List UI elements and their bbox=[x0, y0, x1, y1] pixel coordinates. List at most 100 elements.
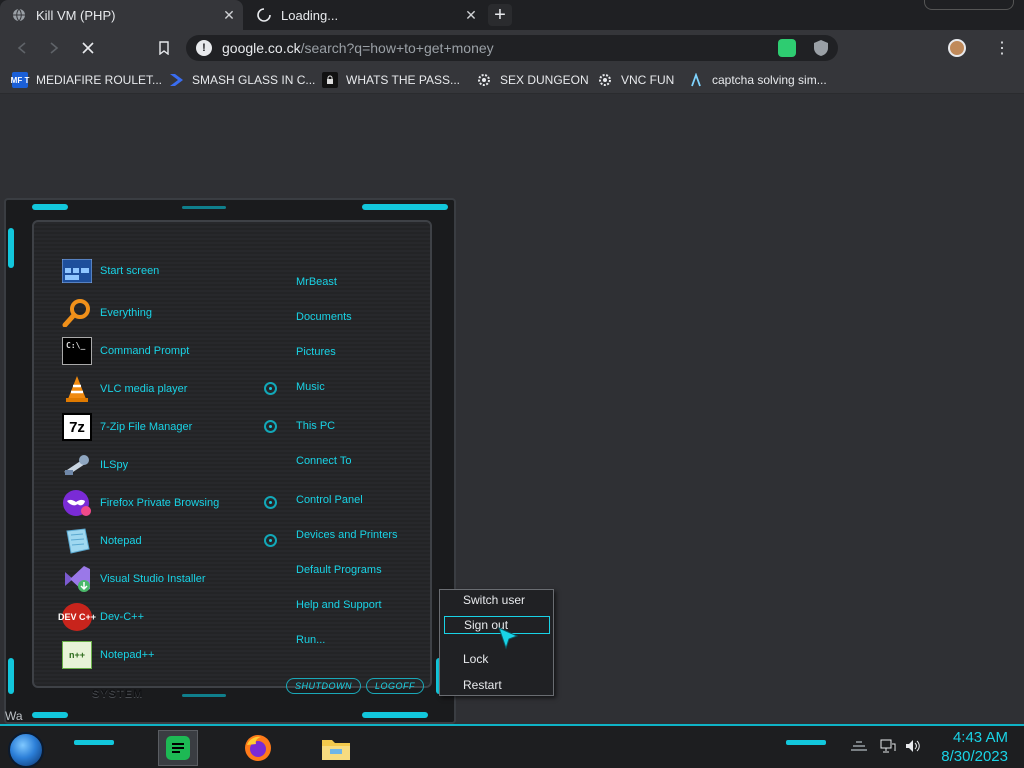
decor-bar bbox=[8, 658, 14, 694]
browser-toolbar: ! google.co.ck/search?q=how+to+get+money… bbox=[0, 30, 1024, 66]
place-control-panel[interactable]: Control Panel bbox=[296, 494, 363, 506]
system-clock[interactable]: 4:43 AM 8/30/2023 bbox=[941, 728, 1008, 766]
vlc-cone-icon bbox=[62, 375, 92, 403]
bookmark-captcha[interactable]: captcha solving sim... bbox=[688, 71, 827, 89]
profile-avatar[interactable] bbox=[948, 39, 966, 57]
place-music[interactable]: Music bbox=[296, 381, 325, 393]
new-tab-button[interactable]: + bbox=[488, 4, 512, 26]
tray-overflow-icon[interactable] bbox=[850, 738, 868, 754]
program-vlc[interactable]: VLC media player bbox=[62, 374, 187, 404]
bookmark-sex-dungeon[interactable]: SEX DUNGEON bbox=[476, 71, 589, 89]
program-label: Notepad bbox=[100, 535, 142, 547]
forward-arrow-icon[interactable] bbox=[44, 38, 64, 58]
decor-bar bbox=[8, 228, 14, 268]
tab-title: Kill VM (PHP) bbox=[36, 7, 116, 23]
bookmark-label: MEDIAFIRE ROULET... bbox=[36, 73, 163, 87]
program-start-screen[interactable]: Start screen bbox=[62, 256, 159, 286]
notepadpp-icon: n++ bbox=[62, 641, 92, 669]
program-vs-installer[interactable]: Visual Studio Installer bbox=[62, 564, 206, 594]
place-devices-printers[interactable]: Devices and Printers bbox=[296, 529, 398, 541]
stop-loading-icon[interactable] bbox=[78, 38, 98, 58]
program-label: Dev-C++ bbox=[100, 611, 145, 623]
program-notepad[interactable]: Notepad bbox=[62, 526, 142, 556]
bookmark-mediafire[interactable]: MF T MEDIAFIRE ROULET... bbox=[11, 71, 163, 89]
tab-close-icon[interactable]: ✕ bbox=[219, 5, 239, 25]
place-run[interactable]: Run... bbox=[296, 634, 325, 646]
tab-title: Loading... bbox=[281, 7, 339, 23]
program-label: Notepad++ bbox=[100, 649, 155, 661]
site-info-icon[interactable]: ! bbox=[196, 40, 212, 56]
shutdown-button[interactable]: SHUTDOWN bbox=[286, 678, 361, 694]
menu-item-switch-user[interactable]: Switch user bbox=[444, 591, 550, 609]
menu-icon[interactable]: ⋮ bbox=[992, 38, 1012, 58]
notepad-icon bbox=[62, 527, 92, 555]
lambda-icon bbox=[688, 72, 704, 88]
start-orb-button[interactable] bbox=[8, 732, 44, 768]
taskbar-firefox[interactable] bbox=[238, 730, 278, 766]
place-help-support[interactable]: Help and Support bbox=[296, 599, 382, 611]
program-label: Firefox Private Browsing bbox=[100, 497, 220, 509]
taskbar-notes-app[interactable] bbox=[158, 730, 198, 766]
program-firefox-private[interactable]: Firefox Private Browsing bbox=[62, 488, 219, 518]
logoff-button[interactable]: LOGOFF bbox=[366, 678, 425, 694]
devcpp-icon: DEV C++ bbox=[58, 603, 96, 631]
extension-green-icon[interactable] bbox=[778, 39, 796, 57]
place-documents[interactable]: Documents bbox=[296, 311, 352, 323]
menu-item-lock[interactable]: Lock bbox=[444, 650, 550, 668]
mediafire-icon: MF T bbox=[11, 72, 29, 88]
decor-bar bbox=[362, 712, 428, 718]
program-label: ILSpy bbox=[100, 459, 129, 471]
program-ilspy[interactable]: ILSpy bbox=[62, 450, 128, 480]
volume-icon[interactable] bbox=[904, 738, 922, 757]
loading-spinner-icon bbox=[257, 8, 271, 22]
network-icon[interactable] bbox=[880, 738, 896, 757]
bookmark-whats-the-pass[interactable]: WHATS THE PASS... bbox=[322, 71, 460, 89]
program-notepadpp[interactable]: n++ Notepad++ bbox=[62, 640, 154, 670]
tab-close-icon[interactable]: ✕ bbox=[461, 5, 481, 25]
taskbar: 4:43 AM 8/30/2023 bbox=[0, 724, 1024, 768]
back-arrow-icon[interactable] bbox=[12, 38, 32, 58]
decor-bar bbox=[74, 740, 114, 745]
bookmark-icon[interactable] bbox=[154, 38, 174, 58]
ilspy-icon bbox=[62, 451, 92, 479]
mouse-cursor-icon bbox=[497, 626, 519, 652]
clock-date: 8/30/2023 bbox=[941, 748, 1008, 765]
chevron-logo-icon bbox=[168, 72, 184, 88]
tab-kill-vm[interactable]: Kill VM (PHP) ✕ bbox=[0, 0, 243, 30]
address-bar[interactable]: ! google.co.ck/search?q=how+to+get+money bbox=[186, 35, 838, 61]
submenu-arrow-icon[interactable] bbox=[264, 534, 277, 547]
submenu-arrow-icon[interactable] bbox=[264, 496, 277, 509]
folder-icon bbox=[322, 740, 350, 760]
bookmark-vnc-fun[interactable]: VNC FUN bbox=[597, 71, 674, 89]
page-text-fragment: Wa bbox=[5, 709, 23, 723]
submenu-arrow-icon[interactable] bbox=[264, 382, 277, 395]
taskbar-file-explorer[interactable] bbox=[316, 730, 356, 766]
menu-item-restart[interactable]: Restart bbox=[444, 676, 550, 694]
place-this-pc[interactable]: This PC bbox=[296, 420, 335, 432]
shield-icon[interactable] bbox=[812, 39, 830, 57]
place-pictures[interactable]: Pictures bbox=[296, 346, 336, 358]
bookmarks-bar: MF T MEDIAFIRE ROULET... SMASH GLASS IN … bbox=[0, 66, 1024, 94]
program-label: Start screen bbox=[100, 265, 160, 277]
program-everything[interactable]: Everything bbox=[62, 298, 152, 328]
program-command-prompt[interactable]: C:\_ Command Prompt bbox=[62, 336, 189, 366]
submenu-arrow-icon[interactable] bbox=[264, 420, 277, 433]
vs-installer-icon bbox=[62, 565, 92, 593]
program-label: Everything bbox=[100, 307, 152, 319]
decor-bar bbox=[32, 712, 68, 718]
program-devcpp[interactable]: DEV C++ Dev-C++ bbox=[58, 602, 145, 632]
place-connect-to[interactable]: Connect To bbox=[296, 455, 351, 467]
bookmark-label: SMASH GLASS IN C... bbox=[192, 73, 316, 87]
gear-site-icon bbox=[597, 72, 613, 88]
bookmark-label: VNC FUN bbox=[621, 73, 675, 87]
bookmark-label: SEX DUNGEON bbox=[500, 73, 589, 87]
bookmark-label: WHATS THE PASS... bbox=[346, 73, 461, 87]
place-default-programs[interactable]: Default Programs bbox=[296, 564, 382, 576]
place-mrbeast[interactable]: MrBeast bbox=[296, 276, 337, 288]
program-label: 7-Zip File Manager bbox=[100, 421, 193, 433]
tab-loading[interactable]: Loading... ✕ bbox=[245, 0, 485, 30]
program-7zip[interactable]: 7z 7-Zip File Manager bbox=[62, 412, 192, 442]
private-mask-icon bbox=[62, 489, 92, 517]
bookmark-smash-glass[interactable]: SMASH GLASS IN C... bbox=[168, 71, 315, 89]
program-label: VLC media player bbox=[100, 383, 188, 395]
